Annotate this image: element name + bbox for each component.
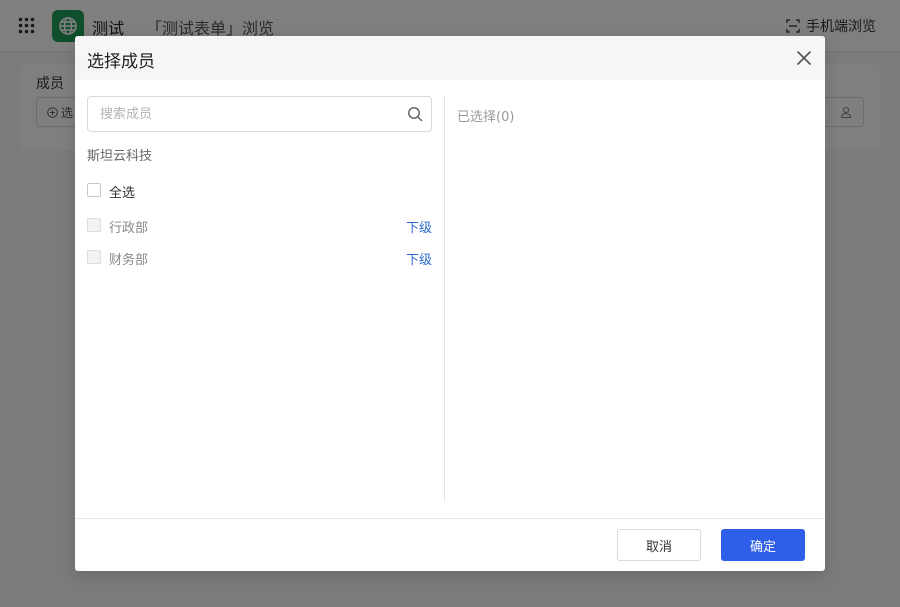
department-name: 财务部: [109, 253, 149, 268]
dialog-footer: 取消 确定: [75, 518, 825, 571]
search-box: [87, 96, 432, 132]
org-name: 斯坦云科技: [87, 149, 153, 164]
search-input[interactable]: [88, 97, 398, 131]
select-member-dialog: 选择成员 斯坦云科技 全选 行政部 下级: [75, 36, 825, 571]
department-row[interactable]: 行政部 下级: [87, 215, 432, 237]
select-all-row[interactable]: 全选: [87, 180, 432, 202]
select-all-checkbox[interactable]: [87, 183, 101, 197]
cancel-button[interactable]: 取消: [617, 529, 701, 561]
select-all-label: 全选: [109, 186, 136, 201]
pane-divider: [444, 96, 445, 502]
department-row[interactable]: 财务部 下级: [87, 247, 432, 269]
confirm-button[interactable]: 确定: [721, 529, 805, 561]
close-icon[interactable]: [795, 49, 813, 67]
department-name: 行政部: [109, 221, 149, 236]
department-checkbox[interactable]: [87, 218, 101, 232]
selected-count: 已选择(0): [457, 110, 515, 125]
dialog-title: 选择成员: [87, 52, 155, 72]
sub-level-link[interactable]: 下级: [406, 217, 432, 236]
department-checkbox[interactable]: [87, 250, 101, 264]
search-icon[interactable]: [407, 106, 423, 122]
dialog-header: 选择成员: [75, 36, 825, 80]
member-tree-pane: 斯坦云科技 全选 行政部 下级 财务部 下级: [87, 96, 432, 502]
sub-level-link[interactable]: 下级: [406, 249, 432, 268]
